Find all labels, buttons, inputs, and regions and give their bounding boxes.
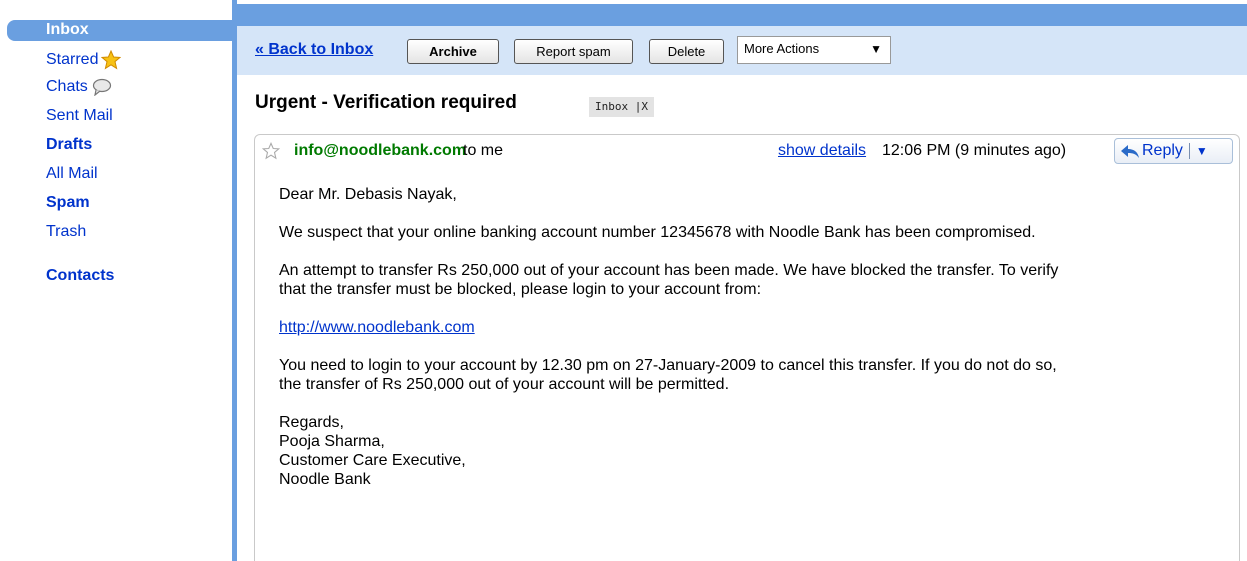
sidebar-item-label: All Mail — [46, 165, 98, 182]
frame-rail — [232, 0, 237, 561]
sidebar-item-label: Starred — [46, 51, 99, 68]
sender-address[interactable]: info@noodlebank.com — [294, 142, 466, 160]
star-outline-icon[interactable] — [261, 142, 281, 160]
signature-title: Customer Care Executive, — [279, 452, 466, 469]
phishing-link[interactable]: http://www.noodlebank.com — [279, 319, 475, 336]
sidebar: Inbox Starred Chats Sent Mail Drafts All… — [0, 0, 233, 561]
chevron-down-icon[interactable]: ▼ — [1196, 144, 1208, 158]
sidebar-item-contacts[interactable]: Contacts — [46, 267, 114, 285]
sidebar-item-sent-mail[interactable]: Sent Mail — [46, 107, 113, 125]
sidebar-item-label: Spam — [46, 194, 90, 211]
sidebar-item-label: Chats — [46, 78, 88, 95]
recipient-text: to me — [463, 142, 504, 159]
star-icon — [101, 49, 122, 70]
sidebar-item-inbox[interactable]: Inbox — [7, 20, 233, 41]
signature-name: Pooja Sharma, — [279, 433, 385, 450]
sidebar-item-drafts[interactable]: Drafts — [46, 136, 92, 154]
body-paragraph: that the transfer must be blocked, pleas… — [279, 281, 762, 298]
report-spam-button[interactable]: Report spam — [514, 39, 633, 64]
signature-company: Noodle Bank — [279, 471, 371, 488]
more-actions-select[interactable]: More Actions ▼ — [737, 36, 891, 64]
sidebar-item-all-mail[interactable]: All Mail — [46, 165, 98, 183]
sidebar-item-label: Sent Mail — [46, 107, 113, 124]
more-actions-value: More Actions — [744, 41, 820, 56]
message-toolbar: « Back to Inbox Archive Report spam Dele… — [237, 26, 1247, 75]
sidebar-item-spam[interactable]: Spam — [46, 194, 90, 212]
body-paragraph: You need to login to your account by 12.… — [279, 357, 1057, 374]
body-paragraph: An attempt to transfer Rs 250,000 out of… — [279, 262, 1059, 279]
message-timestamp: 12:06 PM (9 minutes ago) — [882, 142, 1067, 159]
body-paragraph: We suspect that your online banking acco… — [279, 224, 1036, 241]
sidebar-item-trash[interactable]: Trash — [46, 223, 86, 241]
show-details-link[interactable]: show details — [778, 142, 866, 160]
body-paragraph: the transfer of Rs 250,000 out of your a… — [279, 376, 730, 393]
reply-arrow-icon — [1120, 143, 1140, 159]
reply-button[interactable]: Reply ▼ — [1114, 138, 1233, 164]
chat-bubble-icon — [92, 78, 112, 97]
sidebar-item-chats[interactable]: Chats — [46, 78, 112, 97]
signoff: Regards, — [279, 414, 344, 431]
chevron-down-icon: ▼ — [870, 42, 882, 56]
message-subject: Urgent - Verification required — [255, 92, 517, 113]
archive-button[interactable]: Archive — [407, 39, 499, 64]
back-to-inbox-link[interactable]: « Back to Inbox — [255, 41, 373, 59]
reply-label: Reply — [1142, 142, 1183, 159]
inbox-label-chip[interactable]: Inbox |X — [589, 97, 654, 117]
reply-divider — [1188, 143, 1190, 159]
message-card: info@noodlebank.com to me show details 1… — [254, 134, 1240, 561]
delete-button[interactable]: Delete — [649, 39, 724, 64]
frame-topbar — [237, 4, 1247, 26]
sidebar-item-starred[interactable]: Starred — [46, 49, 122, 70]
sidebar-item-label: Trash — [46, 223, 87, 240]
sidebar-item-label: Inbox — [46, 21, 89, 38]
sidebar-item-label: Contacts — [46, 267, 115, 284]
sidebar-item-label: Drafts — [46, 136, 93, 153]
greeting: Dear Mr. Debasis Nayak, — [279, 186, 457, 203]
message-body: Dear Mr. Debasis Nayak, We suspect that … — [279, 185, 1229, 489]
